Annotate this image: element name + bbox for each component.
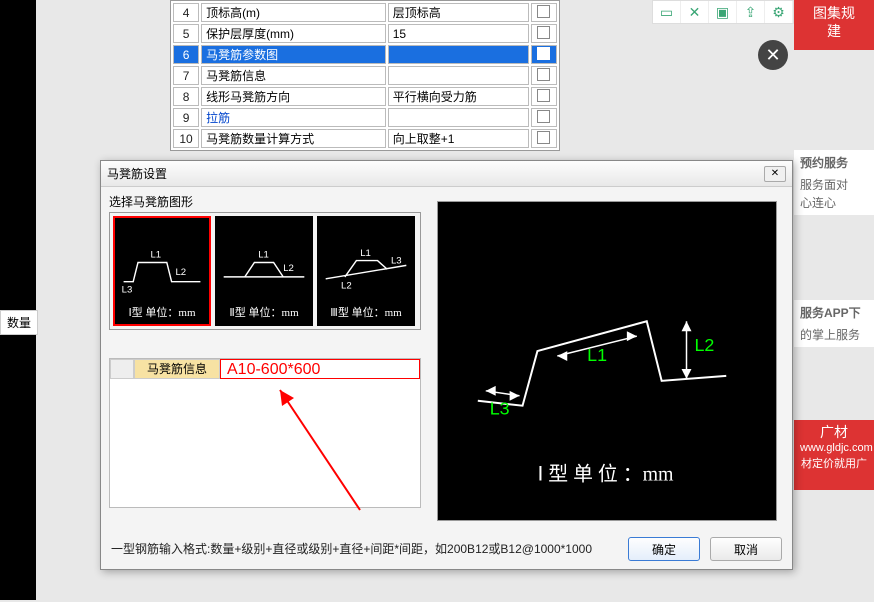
save-icon[interactable]: ▣	[709, 1, 737, 23]
svg-text:L3: L3	[490, 399, 510, 419]
cancel-button[interactable]: 取消	[710, 537, 782, 561]
svg-text:L1: L1	[360, 248, 371, 259]
svg-text:L1: L1	[258, 250, 269, 261]
right-ad: 广材 www.gldjc.com 材定价就用广	[794, 420, 874, 490]
right-banner: 图集规 建	[794, 0, 874, 50]
table-row[interactable]: 5保护层厚度(mm)15	[173, 24, 557, 43]
info-label: 马凳筋信息	[134, 359, 220, 379]
share-icon[interactable]: ⇪	[737, 1, 765, 23]
expand-icon[interactable]: ✕	[681, 1, 709, 23]
shape-option-3[interactable]: L1 L3 L2 Ⅲ型 单位：mm	[317, 216, 415, 326]
svg-text:L2: L2	[341, 280, 352, 291]
shape-selector: L1 L2 L3 Ⅰ型 单位：mm L1 L2 Ⅱ型 单位：mm	[109, 212, 421, 330]
table-row[interactable]: 10马凳筋数量计算方式向上取整+1	[173, 129, 557, 148]
table-row[interactable]: 7马凳筋信息	[173, 66, 557, 85]
svg-text:L3: L3	[391, 255, 402, 266]
svg-text:L2: L2	[694, 335, 714, 355]
quantity-label: 数量	[0, 310, 38, 335]
svg-text:L3: L3	[122, 284, 133, 295]
table-row[interactable]: 4顶标高(m)层顶标高	[173, 3, 557, 22]
dialog-close-button[interactable]: ✕	[764, 166, 786, 182]
svg-text:Ⅰ 型 单 位 ：mm: Ⅰ 型 单 位 ：mm	[537, 463, 674, 485]
svg-text:L1: L1	[150, 250, 161, 261]
shape-option-2[interactable]: L1 L2 Ⅱ型 单位：mm	[215, 216, 313, 326]
table-row[interactable]: 6马凳筋参数图	[173, 45, 557, 64]
ok-button[interactable]: 确定	[628, 537, 700, 561]
right-app-line: 的掌上服务	[794, 322, 874, 347]
shape-preview: L1 L2 L3 Ⅰ 型 单 位 ：mm	[437, 201, 777, 521]
overlay-close-button[interactable]: ✕	[758, 40, 788, 70]
gear-icon[interactable]: ⚙	[765, 1, 793, 23]
right-service-line2: 心连心	[794, 190, 874, 215]
info-panel: 马凳筋信息 A10-600*600	[109, 358, 421, 508]
dialog-titlebar[interactable]: 马凳筋设置 ✕	[101, 161, 792, 187]
property-table: 4顶标高(m)层顶标高 5保护层厚度(mm)15 6马凳筋参数图 7马凳筋信息 8线形马…	[170, 0, 560, 151]
info-corner	[110, 359, 134, 379]
phone-icon[interactable]: ▭	[653, 1, 681, 23]
table-row[interactable]: 8线形马凳筋方向平行横向受力筋	[173, 87, 557, 106]
table-row[interactable]: 9拉筋	[173, 108, 557, 127]
svg-text:L2: L2	[175, 267, 186, 278]
info-value-input[interactable]: A10-600*600	[220, 359, 420, 379]
dialog-title: 马凳筋设置	[107, 165, 167, 182]
format-hint: 一型钢筋输入格式:数量+级别+直径或级别+直径+间距*间距，如200B12或B1…	[111, 540, 592, 557]
top-icon-bar: ▭ ✕ ▣ ⇪ ⚙	[652, 0, 794, 24]
svg-text:L2: L2	[283, 263, 294, 274]
svg-text:L1: L1	[587, 345, 607, 365]
thumbnail-strip	[0, 0, 36, 600]
shape-option-1[interactable]: L1 L2 L3 Ⅰ型 单位：mm	[113, 216, 211, 326]
stirrup-dialog: 马凳筋设置 ✕ 选择马凳筋图形 L1 L2 L3 Ⅰ型 单位：mm L1 L2	[100, 160, 793, 570]
